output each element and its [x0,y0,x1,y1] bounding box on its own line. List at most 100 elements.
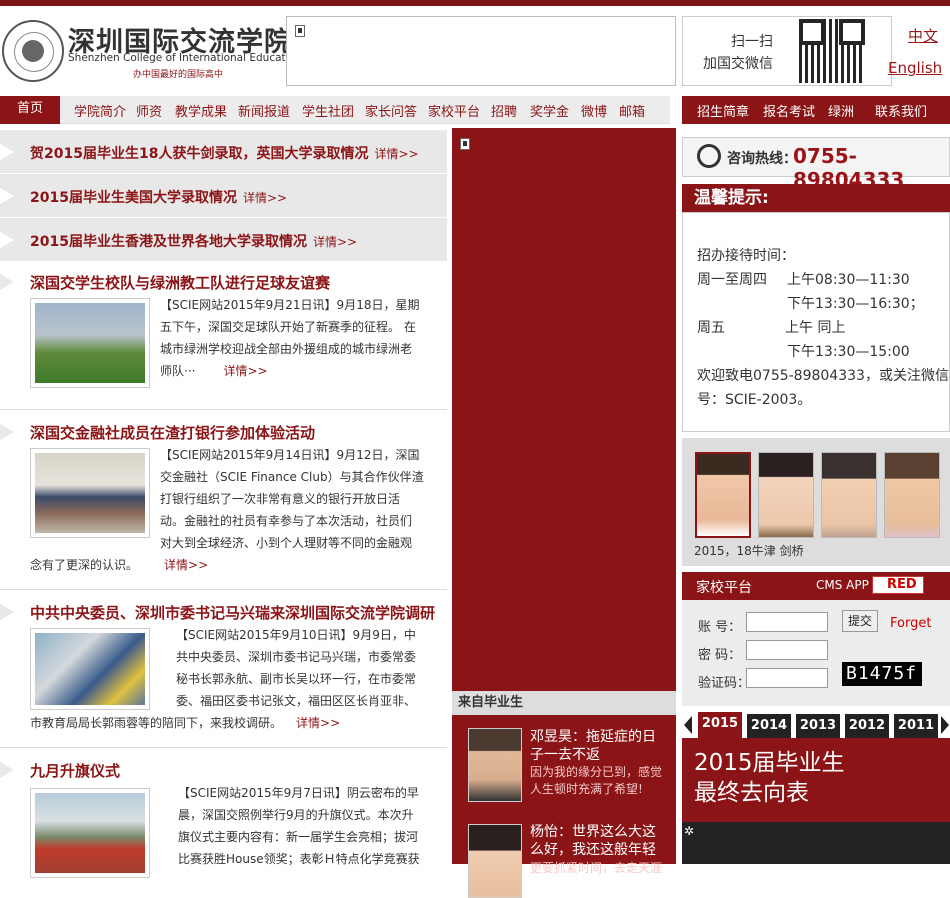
article-photo[interactable] [30,788,150,878]
school-logo[interactable]: 深圳国际交流学院 Shenzhen College of Internation… [0,14,302,84]
graduate-name[interactable]: 杨怡：世界这么大这么好，我还这般年轻 [530,823,668,859]
wechat-box: 扫一扫 加国交微信 [682,16,892,86]
article-photo[interactable] [30,628,150,710]
article-text: 市教育局局长郭雨蓉等的陪同下，来我校调研。 [30,716,283,730]
password-input[interactable] [746,640,828,660]
more-link[interactable]: 详情>> [374,147,418,161]
tips-label: 招办接待时间： [697,248,795,264]
homeschool-title: 家校平台 [696,580,752,596]
nav-email[interactable]: 邮箱 [619,101,645,120]
more-link[interactable]: 详情>> [164,558,208,572]
year-tab[interactable]: 2011 [894,714,938,738]
article-text: 城市绿洲学校迎战全部由外援组成的城市绿洲老 [160,342,413,356]
more-link[interactable]: 详情>> [296,716,340,730]
captcha-image[interactable]: B1475f [842,662,922,686]
article-text: 比赛获胜House领奖；表彰Ｈ特点化学竞赛获 [178,852,420,866]
lang-en-link[interactable]: English [888,59,942,77]
headline-title[interactable]: 2015届毕业生美国大学录取情况 [30,190,237,206]
feature-panel[interactable] [452,128,676,691]
forget-link[interactable]: Forget [890,616,931,631]
graduate-photo[interactable] [468,728,522,802]
nav-home[interactable]: 首页 [0,96,60,124]
tips-time: 上午08:30—11:30 [787,272,910,288]
article-text: 【SCIE网站2015年9月14日讯】9月12日，深国 [160,448,420,462]
article-photo[interactable] [30,448,150,538]
article-text: 【SCIE网站2015年9月7日讯】阴云密布的早 [178,786,419,800]
graduate-name[interactable]: 邓昱昊：拖延症的日子一去不返 [530,728,668,764]
article-text: 共中央委员、深圳市委书记马兴瑞，市委常委 [176,650,417,664]
article-text: 打银行组织了一次非常有意义的银行开放日活 [160,492,401,506]
article-title[interactable]: 深国交学生校队与绿洲教工队进行足球友谊赛 [30,272,330,293]
article-text: 【SCIE网站2015年9月10日讯】9月9日，中 [176,628,416,642]
banner-line: 最终去向表 [694,780,809,806]
submit-button[interactable]: 提交 [842,610,878,632]
graduate-desc: 因为我的缘分已到，感觉人生顿时充满了希望! [530,765,663,796]
headline-item[interactable]: 2015届毕业生香港及世界各地大学录取情况 详情>> [0,218,447,262]
account-input[interactable] [746,612,828,632]
graduate-desc: 更要抓紧时间，去走天涯 [530,861,663,875]
article-text: 委、福田区委书记张文，福田区区长肖亚非、 [176,694,417,708]
headset-icon [697,144,721,168]
prev-arrow-icon[interactable] [684,716,692,734]
tips-note: 号：SCIE-2003。 [697,392,812,408]
nav-scholarship[interactable]: 奖学金 [530,101,569,120]
nav-results[interactable]: 教学成果 [175,101,227,120]
nav-oasis[interactable]: 绿洲 [828,101,854,120]
lang-cn-link[interactable]: 中文 [908,25,938,46]
article-title[interactable]: 深国交金融社成员在渣打银行参加体验活动 [30,422,315,443]
headline-title[interactable]: 贺2015届毕业生18人获牛剑录取，英国大学录取情况 [30,146,368,162]
year-tab[interactable]: 2012 [845,714,889,738]
more-link[interactable]: 详情>> [223,364,267,378]
cms-app-label[interactable]: CMS APP [816,578,869,592]
article-photo[interactable] [30,298,150,388]
tips-time: 上午 同上 [785,320,846,336]
tips-day: 周一至周四 [697,272,767,288]
nav-news[interactable]: 新闻报道 [238,101,290,120]
red-app-badge[interactable]: RED [872,576,924,594]
nav-parents-qa[interactable]: 家长问答 [365,101,417,120]
year-tab[interactable]: 2014 [747,714,791,738]
loading-icon: ✲ [684,824,695,838]
nav-contact[interactable]: 联系我们 [875,101,927,120]
headline-item[interactable]: 贺2015届毕业生18人获牛剑录取，英国大学录取情况 详情>> [0,130,447,174]
student-photo[interactable] [758,452,814,538]
graduate-photo[interactable] [468,824,522,898]
student-photo[interactable] [695,452,751,538]
nav-home-school[interactable]: 家校平台 [428,101,480,120]
graduate-destinations-banner[interactable]: 2015届毕业生 最终去向表 [682,738,950,822]
year-tab[interactable]: 2013 [796,714,840,738]
school-name-en: Shenzhen College of International Educat… [68,52,302,64]
more-link[interactable]: 详情>> [313,235,357,249]
nav-admissions[interactable]: 招生简章 [697,101,749,120]
article-text: 念有了更深的认识。 [30,558,139,572]
article-title[interactable]: 九月升旗仪式 [30,760,120,781]
article-title[interactable]: 中共中央委员、深圳市委书记马兴瑞来深圳国际交流学院调研 [30,602,435,623]
nav-faculty[interactable]: 师资 [136,101,162,120]
captcha-label: 验证码： [698,676,751,691]
nav-recruit[interactable]: 招聘 [491,101,517,120]
nav-exam[interactable]: 报名考试 [763,101,815,120]
headline-title[interactable]: 2015届毕业生香港及世界各地大学录取情况 [30,234,307,250]
nav-about[interactable]: 学院简介 [74,101,126,120]
login-form: 账 号： 提交 Forget 密 码： 验证码： B1475f [682,600,950,706]
next-arrow-icon[interactable] [941,716,949,734]
arrow-icon [0,274,14,290]
arrow-icon [0,604,14,620]
wechat-follow-text: 加国交微信 [703,56,773,72]
nav-weibo[interactable]: 微博 [581,101,607,120]
headline-item[interactable]: 2015届毕业生美国大学录取情况 详情>> [0,174,447,218]
faces-caption: 2015，18牛津 剑桥 [694,544,804,558]
student-photo[interactable] [821,452,877,538]
wechat-qr-code [799,19,865,83]
news-article: 九月升旗仪式 【SCIE网站2015年9月7日讯】阴云密布的早 晨，深国交照例举… [0,748,447,878]
password-label: 密 码： [698,648,742,663]
more-link[interactable]: 详情>> [243,191,287,205]
nav-clubs[interactable]: 学生社团 [302,101,354,120]
article-text: 旗仪式主要内容有：新一届学生会亮相；拔河 [178,830,419,844]
wechat-scan-text: 扫一扫 [731,34,773,50]
captcha-input[interactable] [746,668,828,688]
news-article: 深国交学生校队与绿洲教工队进行足球友谊赛 【SCIE网站2015年9月21日讯】… [0,262,447,410]
student-photo[interactable] [884,452,940,538]
arrow-icon [0,188,14,204]
year-tab[interactable]: 2015 [698,712,742,738]
